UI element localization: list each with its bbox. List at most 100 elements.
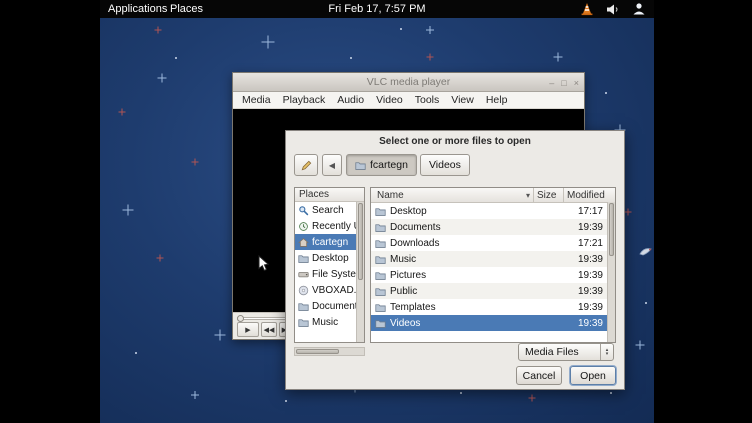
file-row-public[interactable]: Public 19:39: [371, 283, 615, 299]
seek-handle[interactable]: [237, 315, 244, 322]
file-type-filter[interactable]: Media Files ▴▾: [518, 343, 614, 361]
places-header[interactable]: Places: [295, 188, 364, 202]
combo-spinner-icon[interactable]: ▴▾: [600, 344, 613, 360]
places-pane: Places Search Recently U...fcartegn Deskto…: [294, 187, 365, 343]
place-item-fcartegn[interactable]: fcartegn: [295, 234, 364, 250]
vlc-menu-help[interactable]: Help: [480, 92, 514, 109]
folder-icon: [375, 286, 386, 297]
file-modified: 19:39: [555, 318, 607, 329]
clock-icon: [298, 221, 309, 232]
folder-icon: [355, 160, 366, 171]
column-header-name[interactable]: Name ▾: [371, 190, 533, 201]
places-hscrollbar[interactable]: [294, 347, 365, 356]
back-arrow-icon: ◀: [329, 161, 335, 170]
scrollbar-thumb[interactable]: [296, 349, 339, 354]
file-name: Downloads: [371, 238, 525, 249]
star: [605, 92, 607, 94]
previous-icon[interactable]: ◀◀: [261, 322, 277, 337]
file-name: Public: [371, 286, 525, 297]
place-label: Music: [312, 317, 338, 328]
file-row-documents[interactable]: Documents 19:39: [371, 219, 615, 235]
user-icon[interactable]: [632, 2, 646, 16]
back-button[interactable]: ◀: [322, 154, 342, 176]
play-icon[interactable]: ▶: [237, 322, 259, 337]
scrollbar-thumb[interactable]: [609, 203, 614, 256]
column-header-size[interactable]: Size: [533, 188, 563, 202]
path-button-fcartegn[interactable]: fcartegn: [346, 154, 417, 176]
file-modified: 19:39: [555, 302, 607, 313]
vlc-menu-playback[interactable]: Playback: [277, 92, 332, 109]
scrollbar-thumb[interactable]: [358, 203, 363, 280]
place-item-vboxad[interactable]: VBOXAD...: [295, 282, 364, 298]
folder-icon: [375, 238, 386, 249]
mouse-cursor: [258, 255, 270, 273]
vlc-menu-media[interactable]: Media: [236, 92, 277, 109]
file-name-label: Music: [390, 254, 416, 265]
place-item-music[interactable]: Music: [295, 314, 364, 330]
vlc-menu-video[interactable]: Video: [370, 92, 409, 109]
path-button-videos[interactable]: Videos: [420, 154, 470, 176]
vlc-menu-view[interactable]: View: [445, 92, 480, 109]
applications-menu[interactable]: Applications: [102, 0, 173, 18]
path-label: Videos: [429, 159, 461, 171]
dialog-title[interactable]: Select one or more files to open: [286, 136, 624, 147]
type-filename-button[interactable]: [294, 154, 318, 176]
star: [285, 400, 287, 402]
star: [645, 302, 647, 304]
file-name-label: Pictures: [390, 270, 426, 281]
close-icon[interactable]: ×: [574, 78, 579, 88]
place-item-documents[interactable]: Documents: [295, 298, 364, 314]
files-header: Name ▾ Size Modified: [371, 188, 615, 203]
place-item-desktop[interactable]: Desktop: [295, 250, 364, 266]
home-icon: [298, 237, 309, 248]
clock[interactable]: Fri Feb 17, 7:57 PM: [328, 0, 425, 18]
file-row-desktop[interactable]: Desktop17:17: [371, 203, 615, 219]
star: [135, 352, 137, 354]
file-name-label: Desktop: [390, 206, 427, 217]
place-label: Search: [312, 205, 344, 216]
screen: Applications Places Fri Feb 17, 7:57 PM: [0, 0, 752, 423]
place-item-recently-u[interactable]: Recently U...: [295, 218, 364, 234]
maximize-icon[interactable]: □: [561, 78, 566, 88]
folder-icon: [298, 301, 309, 312]
minimize-icon[interactable]: –: [549, 78, 554, 88]
file-name-label: Downloads: [390, 238, 439, 249]
places-scrollbar[interactable]: [356, 202, 364, 342]
file-row-music[interactable]: Music19:39: [371, 251, 615, 267]
folder-icon: [375, 302, 386, 313]
place-label: Documents: [312, 301, 363, 312]
vlc-titlebar[interactable]: VLC media player – □ ×: [233, 73, 584, 92]
file-row-videos[interactable]: Videos 19:39: [371, 315, 615, 331]
vlc-menubar: MediaPlaybackAudioVideoToolsViewHelp: [233, 92, 584, 109]
open-button[interactable]: Open: [570, 366, 616, 385]
vlc-menu-tools[interactable]: Tools: [409, 92, 446, 109]
place-item-file-system[interactable]: File System: [295, 266, 364, 282]
places-menu[interactable]: Places: [164, 0, 209, 18]
files-scrollbar[interactable]: [607, 202, 615, 342]
file-name: Videos: [371, 318, 525, 329]
star: [400, 28, 402, 30]
volume-icon[interactable]: [606, 3, 619, 16]
folder-icon: [375, 270, 386, 281]
sort-arrow-icon: ▾: [526, 191, 533, 200]
file-modified: 19:39: [555, 222, 607, 233]
file-row-templates[interactable]: Templates19:39: [371, 299, 615, 315]
column-header-modified[interactable]: Modified: [563, 188, 615, 202]
place-item-search[interactable]: Search: [295, 202, 364, 218]
vlc-menu-audio[interactable]: Audio: [331, 92, 370, 109]
top-panel: Applications Places Fri Feb 17, 7:57 PM: [100, 0, 654, 18]
file-name-label: Documents: [390, 222, 441, 233]
file-name: Pictures: [371, 270, 525, 281]
file-row-downloads[interactable]: Downloads17:21: [371, 235, 615, 251]
file-modified: 19:39: [555, 286, 607, 297]
place-label: Desktop: [312, 253, 349, 264]
file-row-pictures[interactable]: Pictures19:39: [371, 267, 615, 283]
drive-icon: [298, 269, 309, 280]
folder-icon: [298, 253, 309, 264]
cancel-button[interactable]: Cancel: [516, 366, 562, 385]
file-name-label: Videos: [390, 318, 420, 329]
system-tray: [581, 0, 646, 18]
desktop: Applications Places Fri Feb 17, 7:57 PM: [100, 0, 654, 423]
vlc-cone-icon[interactable]: [581, 2, 593, 16]
files-pane: Name ▾ Size Modified Desktop17:17Documen…: [370, 187, 616, 343]
